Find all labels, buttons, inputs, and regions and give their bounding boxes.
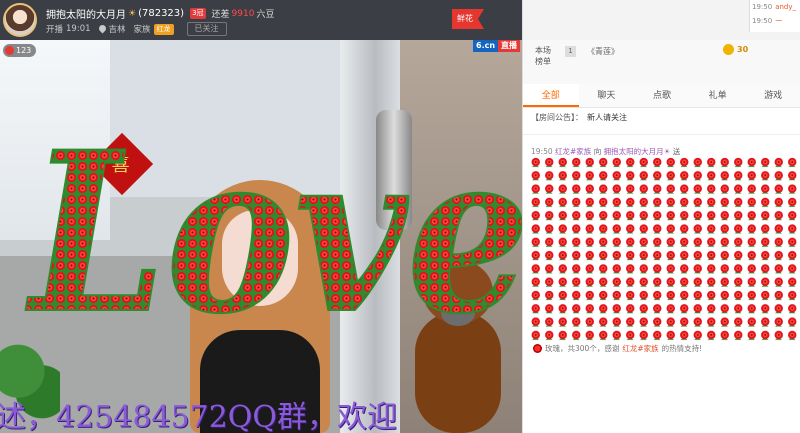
divider [523, 134, 800, 135]
anchor-sun-icon: ☀ [128, 8, 137, 19]
tab-song-request[interactable]: 点歌 [634, 84, 690, 107]
rose-gift-fill [529, 156, 799, 342]
start-time: 19:01 [66, 24, 91, 34]
chat-panel: 19:50 andy_ 19:50 一 本场 榜单 1 《青莲》 30 全部 聊天 … [522, 0, 800, 433]
background-window [0, 40, 110, 240]
anchor-name[interactable]: 拥抱太阳的大月月 [46, 6, 126, 21]
live-label: 直播 [498, 40, 521, 52]
gift-flag-badge[interactable]: 鲜花 [452, 9, 484, 29]
start-label: 开播 [46, 25, 64, 35]
rose-gift-grid [529, 156, 799, 342]
tab-gift-list[interactable]: 礼单 [690, 84, 746, 107]
microphone [376, 110, 412, 230]
tab-chat[interactable]: 聊天 [579, 84, 635, 107]
coin-icon [723, 44, 734, 55]
viewer-count-badge: 123 [3, 44, 37, 57]
gift-receiver[interactable]: 拥抱太阳的大月月☀ [604, 147, 671, 156]
mini-chat-line: 19:50 andy_ [750, 0, 800, 14]
room-announcement: 【房间公告】： 新人请关注 [531, 112, 627, 123]
gift-summary-sender[interactable]: 红龙#家族 [622, 343, 658, 354]
mini-chat: 19:50 andy_ 19:50 一 [749, 0, 800, 32]
family-label: 家族 [133, 25, 151, 35]
viewer-count: 123 [16, 46, 32, 55]
anchor-location: 吉林 [108, 25, 126, 35]
anchor-name-row: 拥抱太阳的大月月 ☀ (782323) 3冠 还差 9910 六豆 [46, 6, 274, 21]
rank-badge: 3冠 [190, 8, 206, 19]
family-badge[interactable]: 红龙 [153, 23, 174, 35]
rank-score: 30 [737, 45, 749, 54]
mini-chat-time: 19:50 [752, 17, 773, 25]
brand-logo-text: 6.cn [473, 40, 499, 52]
gift-summary: 玫瑰，共300个，感谢 红龙#家族 的热情支持! [533, 343, 702, 354]
teddy-bear-snout [441, 300, 475, 326]
rank-label: 本场 榜单 [535, 45, 555, 67]
viewer-icon [5, 46, 14, 55]
gift-message-time: 19:50 [531, 147, 553, 156]
announcement-text: 新人请关注 [587, 113, 627, 122]
gift-action: 送 [672, 147, 681, 156]
rank-label-line: 榜单 [535, 57, 551, 66]
tab-all[interactable]: 全部 [523, 84, 579, 107]
teddy-bear-body [415, 312, 501, 433]
gap-label: 还差 [211, 10, 230, 20]
anchor-info-bar: 拥抱太阳的大月月 ☀ (782323) 3冠 还差 9910 六豆 开播 19:… [0, 0, 522, 40]
room-id: (782323) [138, 8, 185, 19]
rank-user[interactable]: 《青莲》 [587, 46, 619, 57]
anchor-meta-row: 开播 19:01 吉林 家族 红龙 已关注 [46, 22, 227, 36]
teddy-bear [415, 260, 501, 433]
rank-label-line: 本场 [535, 46, 551, 55]
brand-logo: 6.cn 直播 [473, 40, 521, 52]
location-pin-icon [99, 25, 106, 34]
tab-games[interactable]: 游戏 [745, 84, 800, 107]
gift-summary-suffix: 的热情支持! [661, 344, 703, 353]
gift-verb: 向 [593, 147, 602, 156]
streamer-face [222, 210, 298, 306]
gap-unit: 六豆 [256, 10, 275, 20]
chat-tabs: 全部 聊天 点歌 礼单 游戏 [523, 84, 800, 108]
session-rank-row: 本场 榜单 1 《青莲》 30 [523, 40, 800, 84]
mini-chat-line: 19:50 一 [750, 14, 800, 28]
follow-button[interactable]: 已关注 [186, 22, 227, 36]
mini-chat-user[interactable]: 一 [775, 17, 782, 25]
announcement-label: 【房间公告】： [531, 113, 583, 122]
gift-sender[interactable]: 红龙#家族 [555, 147, 591, 156]
scrolling-banner-text: 述，425484572QQ群，欢迎 [0, 400, 397, 433]
mini-chat-user[interactable]: andy_ [775, 3, 796, 11]
gift-summary-prefix: 玫瑰，共300个，感谢 [545, 344, 620, 353]
anchor-avatar[interactable] [3, 3, 37, 37]
mini-chat-time: 19:50 [752, 3, 773, 11]
live-video-player[interactable]: Love 123 6.cn 直播 述，425484572QQ群，欢迎 [0, 40, 522, 433]
rose-icon [533, 344, 542, 353]
rank-position: 1 [565, 46, 576, 57]
gap-value: 9910 [231, 8, 255, 19]
